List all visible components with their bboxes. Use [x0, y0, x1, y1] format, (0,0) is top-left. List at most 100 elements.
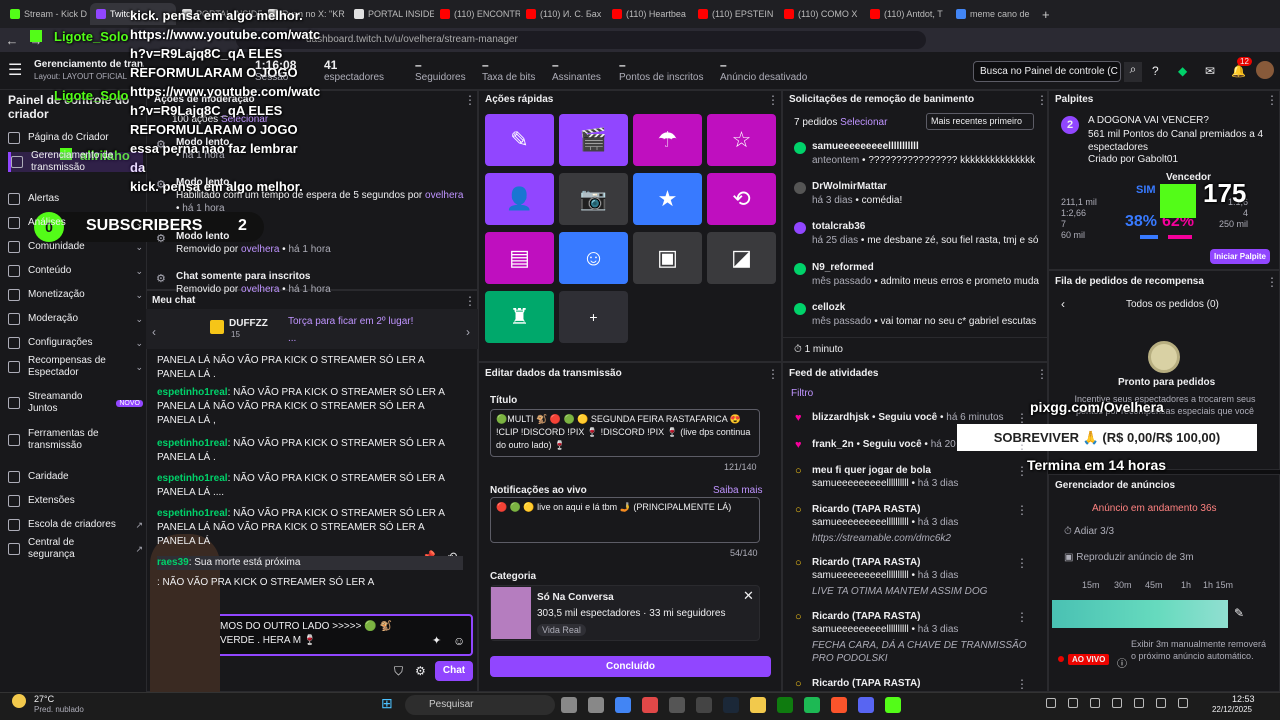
unban-request[interactable]: DrWolmirMattar há 3 dias • comédia! — [794, 180, 1040, 208]
play-icon[interactable] — [885, 697, 901, 713]
activity-user[interactable]: meu fi quer jogar de bola — [812, 465, 931, 476]
browser-tab[interactable]: (110) COMO X — [778, 3, 864, 25]
quick-action-prediction-icon[interactable]: ☂ — [633, 114, 702, 166]
activity-more-icon[interactable]: ⋮ — [1016, 503, 1028, 517]
activity-user[interactable]: blizzardhjsk — [812, 412, 869, 423]
sidebar-item[interactable]: Recompensas de Espectador ⌄ — [8, 355, 143, 378]
quick-more-icon[interactable]: ⋮ — [767, 93, 779, 107]
chat-send-button[interactable]: Chat — [435, 661, 473, 681]
back-icon[interactable]: ← — [0, 33, 24, 48]
quick-action-emote-icon[interactable]: ☺ — [559, 232, 628, 284]
mod-entry-user[interactable]: ovelhera — [425, 190, 463, 201]
chat-username[interactable]: espetinho1real — [157, 387, 228, 398]
activity-user[interactable]: Ricardo (TAPA RASTA) — [812, 557, 921, 568]
sidebar-item[interactable]: Monetização ⌄ — [8, 285, 143, 305]
snooze-button[interactable]: ⏱ Adiar 3/3 — [1058, 522, 1128, 542]
activity-more-icon[interactable]: ⋮ — [1016, 438, 1028, 452]
bits-icon[interactable]: ✦ — [432, 634, 441, 647]
activity-user[interactable]: Ricardo (TAPA RASTA) — [812, 504, 921, 515]
quick-action-camera-icon[interactable]: 📷 — [559, 173, 628, 225]
arrow-icon[interactable] — [696, 697, 712, 713]
unban-request[interactable]: samueeeeeeeeelllllllllll anteontem • ????… — [794, 140, 1040, 168]
quick-action-star-icon[interactable]: ☆ — [707, 114, 776, 166]
sidebar-item[interactable]: Análises ⌄ — [8, 213, 143, 233]
search-icon[interactable]: ⌕ — [1124, 62, 1142, 82]
activity-more-icon[interactable]: ⋮ — [1016, 411, 1028, 425]
sidebar-item[interactable]: Conteúdo ⌄ — [8, 261, 143, 281]
pinned-prev-icon[interactable]: ‹ — [152, 325, 156, 339]
unban-request[interactable]: N9_reformed mês passado • admito meus err… — [794, 261, 1040, 289]
new-tab-button[interactable]: + — [1042, 7, 1050, 22]
sidebar-item[interactable]: Ferramentas de transmissão — [8, 428, 143, 451]
browser-tab[interactable]: meme cano de — [950, 3, 1036, 25]
run-ad-button[interactable]: ▣ Reproduzir anúncio de 3m — [1058, 548, 1208, 568]
activity-user[interactable]: frank_2n — [812, 439, 854, 450]
quick-action-clip-icon[interactable]: 🎬 — [559, 114, 628, 166]
sidebar-item[interactable]: Central de segurança ↗ — [8, 537, 143, 560]
notif-input[interactable]: 🔴 🟢 🟡 live on aqui e lá tbm 🤳 (PRINCIPAL… — [490, 497, 760, 543]
browser-tab[interactable]: Stream - Kick D — [4, 3, 90, 25]
chat-username[interactable]: raes39 — [157, 557, 189, 568]
close-icon[interactable]: ✕ — [743, 588, 754, 604]
mod-entry-user[interactable]: ovelhera — [241, 244, 279, 255]
quick-action-add-user-icon[interactable]: 👤 — [485, 173, 554, 225]
browser-tab[interactable]: (110) И. С. Бах — [520, 3, 606, 25]
address-bar[interactable]: dashboard.twitch.tv/u/ovelhera/stream-ma… — [236, 31, 926, 49]
activity-more-icon[interactable]: ⋮ — [1016, 677, 1028, 691]
settings-icon[interactable]: ⚙ — [415, 664, 426, 678]
quick-action-bag-icon[interactable]: ♜ — [485, 291, 554, 343]
chrome-icon[interactable] — [615, 697, 631, 713]
browser-tab[interactable]: (110) Antdot, T — [864, 3, 950, 25]
learn-more-link[interactable]: Saiba mais — [713, 485, 762, 496]
activity-user[interactable]: Ricardo (TAPA RASTA) — [812, 611, 921, 622]
emote-icon[interactable]: ☺ — [453, 634, 465, 648]
chat-username[interactable]: espetinho1real — [157, 508, 228, 519]
edit-icon[interactable]: ✎ — [1234, 606, 1244, 620]
quick-action-game-icon[interactable]: ▣ — [633, 232, 702, 284]
sidebar-item[interactable]: Alertas — [8, 189, 143, 209]
browser-tab[interactable]: PORTAL INSIDE — [348, 3, 434, 25]
pred-more-icon[interactable]: ⋮ — [1266, 93, 1278, 107]
network-icon[interactable] — [1134, 698, 1144, 708]
play-icon[interactable] — [1068, 698, 1078, 708]
title-input[interactable]: 🟢MULTI 🐒 🔴 🟢 🟡 SEGUNDA FEIRA RASTAFARICA… — [490, 409, 760, 457]
sidebar-item[interactable]: Extensões — [8, 491, 143, 511]
inbox-icon[interactable]: ✉ — [1205, 64, 1215, 78]
activity-more-icon[interactable]: ⋮ — [1016, 556, 1028, 570]
settings-icon[interactable] — [1112, 698, 1122, 708]
activity-more-icon[interactable]: ⋮ — [1036, 367, 1048, 381]
gem-icon[interactable]: ◆ — [1178, 64, 1187, 78]
dashboard-search[interactable]: Busca no Painel de controle (C — [973, 61, 1121, 82]
help-icon[interactable]: ? — [1152, 64, 1159, 78]
windows-start-icon[interactable]: ⊞ — [381, 695, 393, 712]
quick-action-layout-icon[interactable]: ▤ — [485, 232, 554, 284]
media-icon[interactable] — [1090, 698, 1100, 708]
activity-more-icon[interactable]: ⋮ — [1016, 610, 1028, 624]
volume-icon[interactable] — [1156, 698, 1166, 708]
brave-icon[interactable] — [831, 697, 847, 713]
browser-tab[interactable]: (110) EPSTEIN — [692, 3, 778, 25]
discord-icon[interactable] — [858, 697, 874, 713]
taskbar-search[interactable]: Pesquisar — [405, 695, 555, 715]
sidebar-item[interactable]: Streamando Juntos NOVO — [8, 391, 143, 414]
pinned-next-icon[interactable]: › — [466, 325, 470, 339]
battery-icon[interactable] — [1178, 698, 1188, 708]
xbox-icon[interactable] — [777, 697, 793, 713]
unban-more-icon[interactable]: ⋮ — [1036, 93, 1048, 107]
spotify-icon[interactable] — [804, 697, 820, 713]
task-view-icon[interactable] — [561, 697, 577, 713]
mod-entry-user[interactable]: ovelhera — [241, 284, 279, 295]
opera-icon[interactable] — [642, 697, 658, 713]
chat-more-icon[interactable]: ⋮ — [464, 294, 476, 308]
more-icon[interactable]: ⋮ — [464, 93, 476, 107]
up-arrow-icon[interactable] — [1046, 698, 1056, 708]
sidebar-item[interactable]: Comunidade ⌄ — [8, 237, 143, 257]
sidebar-item[interactable]: Página do Criador — [8, 128, 143, 148]
edit-more-icon[interactable]: ⋮ — [767, 367, 779, 381]
rewards-back-icon[interactable]: ‹ — [1061, 297, 1065, 311]
menu-icon[interactable]: ☰ — [8, 60, 22, 80]
browser-tab[interactable]: (110) ENCONTR — [434, 3, 520, 25]
sidebar-item[interactable]: Caridade — [8, 467, 143, 487]
activity-user[interactable]: Ricardo (TAPA RASTA) — [812, 678, 921, 689]
sidebar-item[interactable]: Moderação ⌄ — [8, 309, 143, 329]
